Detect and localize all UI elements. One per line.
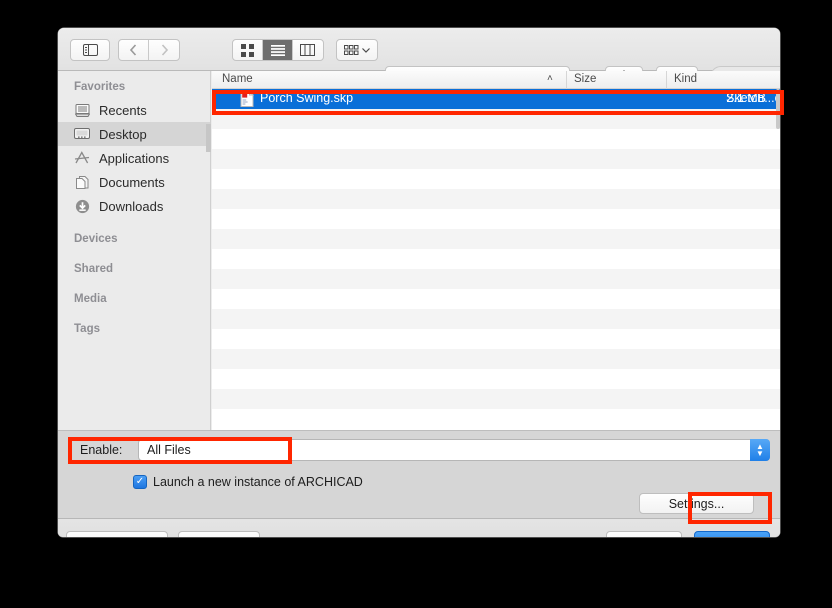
- cancel-label: Cancel: [625, 536, 664, 538]
- sidebar-header-media: Media: [74, 293, 107, 305]
- new-folder-label: New Folder: [85, 536, 149, 538]
- screen: Desktop ▲▼: [0, 0, 832, 608]
- sidebar-item-desktop[interactable]: Desktop: [58, 122, 210, 146]
- column-divider[interactable]: [666, 71, 667, 89]
- checkmark-icon: ✓: [135, 476, 145, 487]
- downloads-icon: [72, 198, 92, 214]
- file-list-rows: Porch Swing.skp 2.1 MB Sketch...cument: [212, 89, 780, 430]
- table-row-empty[interactable]: [212, 389, 780, 409]
- grid-view-icon: [241, 43, 255, 57]
- file-list: Name ˄ Size Kind Porch Swing.skp 2.1 MB …: [212, 71, 780, 430]
- dialog-footer: New Folder Options Cancel Open: [58, 518, 780, 537]
- applications-icon: [72, 150, 92, 166]
- sidebar-header-favorites: Favorites: [74, 81, 126, 93]
- table-row-empty[interactable]: [212, 129, 780, 149]
- sidebar-item-label: Applications: [99, 150, 170, 166]
- navigation-segmented-control[interactable]: [118, 39, 180, 61]
- forward-button[interactable]: [149, 40, 179, 60]
- table-row-empty[interactable]: [212, 209, 780, 229]
- sidebar-item-applications[interactable]: Applications: [58, 146, 210, 170]
- list-view-icon: [270, 44, 285, 56]
- sidebar-item-recents[interactable]: Recents: [58, 98, 210, 122]
- table-row-empty[interactable]: [212, 329, 780, 349]
- sidebar: Favorites Recents Desktop Applications D…: [58, 71, 211, 430]
- view-mode-segmented-control[interactable]: [232, 39, 324, 61]
- sort-indicator-icon: ˄: [547, 73, 553, 84]
- view-as-icons-button[interactable]: [233, 40, 264, 60]
- table-row-empty[interactable]: [212, 189, 780, 209]
- annotation-open-button: [688, 492, 772, 524]
- sidebar-scrollbar[interactable]: [206, 124, 211, 152]
- table-row-empty[interactable]: [212, 349, 780, 369]
- options-button[interactable]: Options: [178, 531, 260, 537]
- view-as-list-button[interactable]: [263, 40, 293, 60]
- table-row-empty[interactable]: [212, 369, 780, 389]
- options-label: Options: [197, 536, 240, 538]
- sidebar-item-downloads[interactable]: Downloads: [58, 194, 210, 218]
- annotation-launch-new-instance-checkbox: [68, 437, 292, 464]
- column-header-name[interactable]: Name: [222, 73, 253, 85]
- sidebar-header-shared: Shared: [74, 263, 113, 275]
- table-row-empty[interactable]: [212, 149, 780, 169]
- sidebar-item-label: Desktop: [99, 126, 147, 142]
- desktop-icon: [72, 126, 92, 142]
- dialog-toolbar: Desktop ▲▼: [58, 28, 780, 88]
- open-label: Open: [717, 536, 748, 538]
- chevron-down-icon: [362, 47, 370, 53]
- sidebar-header-devices: Devices: [74, 233, 118, 245]
- launch-new-instance-checkbox[interactable]: ✓ Launch a new instance of ARCHICAD: [133, 475, 363, 489]
- table-row-empty[interactable]: [212, 269, 780, 289]
- table-row-empty[interactable]: [212, 169, 780, 189]
- back-button[interactable]: [119, 40, 150, 60]
- view-as-columns-button[interactable]: [293, 40, 323, 60]
- column-view-icon: [300, 44, 316, 56]
- arrange-by-button[interactable]: [336, 39, 378, 61]
- new-folder-button[interactable]: New Folder: [66, 531, 168, 537]
- sidebar-item-label: Downloads: [99, 198, 164, 214]
- enable-stepper-icon[interactable]: ▲ ▼: [750, 439, 770, 461]
- arrange-grid-icon: [344, 44, 359, 55]
- sidebar-header-tags: Tags: [74, 323, 100, 335]
- column-header-size[interactable]: Size: [574, 73, 596, 85]
- sidebar-item-label: Documents: [99, 174, 165, 190]
- annotation-selected-file-row: [212, 90, 784, 115]
- column-divider[interactable]: [566, 71, 567, 89]
- checkbox-box[interactable]: ✓: [133, 475, 147, 489]
- table-row-empty[interactable]: [212, 229, 780, 249]
- table-row-empty[interactable]: [212, 409, 780, 429]
- sidebar-toggle-button[interactable]: [70, 39, 110, 61]
- recents-icon: [72, 102, 92, 118]
- sidebar-icon: [82, 44, 98, 56]
- checkbox-label: Launch a new instance of ARCHICAD: [153, 475, 363, 489]
- file-list-header: Name ˄ Size Kind: [212, 71, 780, 89]
- column-header-kind[interactable]: Kind: [674, 73, 697, 85]
- table-row-empty[interactable]: [212, 289, 780, 309]
- table-row-empty[interactable]: [212, 249, 780, 269]
- cancel-button[interactable]: Cancel: [606, 531, 682, 537]
- sidebar-item-label: Recents: [99, 102, 147, 118]
- documents-icon: [72, 174, 92, 190]
- table-row-empty[interactable]: [212, 309, 780, 329]
- sidebar-item-documents[interactable]: Documents: [58, 170, 210, 194]
- open-button[interactable]: Open: [694, 531, 770, 537]
- chevron-right-icon: [161, 44, 168, 56]
- chevron-left-icon: [130, 44, 137, 56]
